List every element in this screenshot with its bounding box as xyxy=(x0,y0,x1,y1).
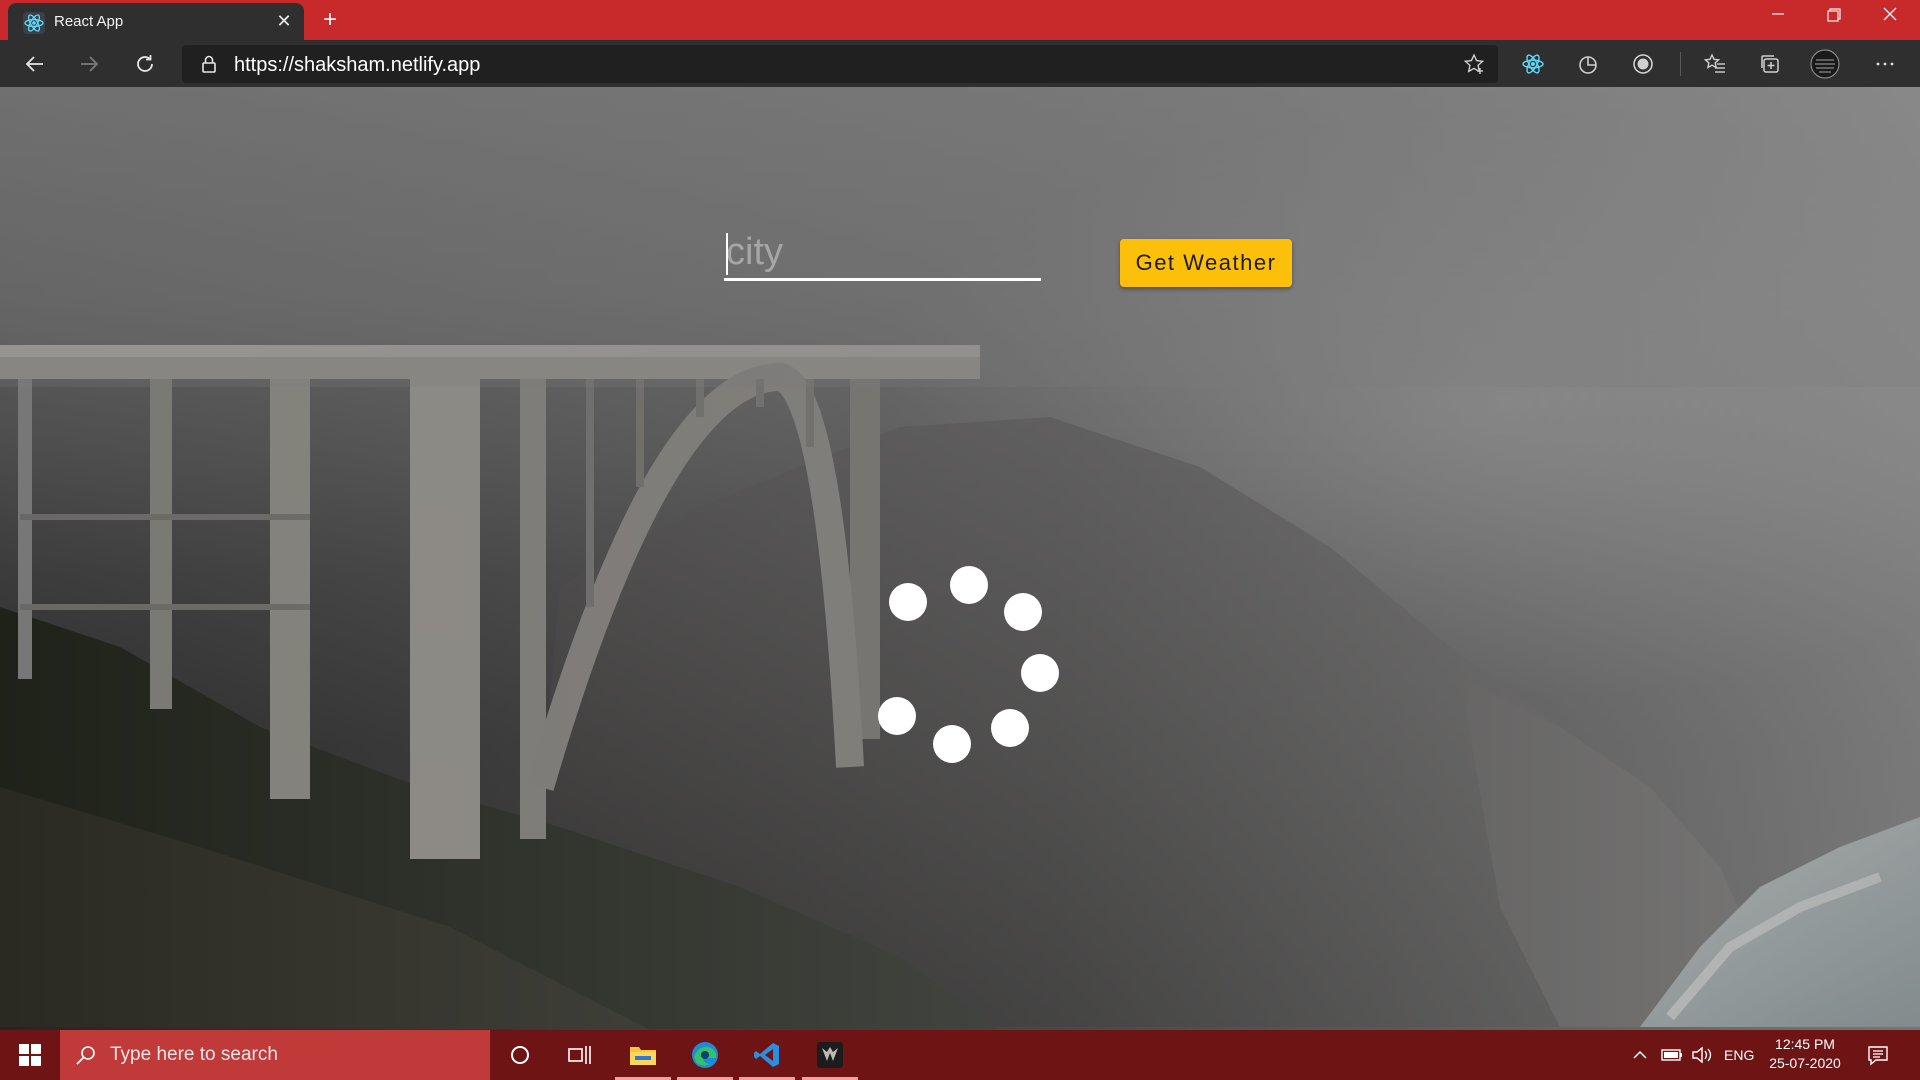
spinner-dot xyxy=(933,725,971,763)
profile-avatar[interactable] xyxy=(1810,49,1840,79)
react-devtools-icon[interactable] xyxy=(1518,49,1548,79)
spinner-dot xyxy=(1004,593,1042,631)
close-tab-icon[interactable]: ✕ xyxy=(274,11,294,31)
tray-chevron-up-icon[interactable] xyxy=(1630,1045,1650,1065)
tab-title: React App xyxy=(54,13,124,30)
vscode-icon[interactable] xyxy=(737,1030,797,1080)
action-center-icon[interactable] xyxy=(1866,1043,1890,1067)
windows-taskbar: Type here to search ENG 12:45 PM 25-07-2… xyxy=(0,1030,1920,1080)
favorite-star-icon[interactable] xyxy=(1462,52,1486,76)
spinner-dot xyxy=(1021,654,1059,692)
clock-time: 12:45 PM xyxy=(1775,1036,1835,1052)
predator-sense-icon[interactable] xyxy=(800,1030,860,1080)
spinner-dot xyxy=(950,566,988,604)
close-window-icon[interactable] xyxy=(1862,0,1918,32)
browser-tab-active[interactable]: React App ✕ xyxy=(8,3,304,40)
file-explorer-icon[interactable] xyxy=(613,1030,673,1080)
language-indicator[interactable]: ENG xyxy=(1724,1047,1754,1063)
search-placeholder: Type here to search xyxy=(110,1044,278,1065)
spinner-dot xyxy=(991,709,1029,747)
url-text[interactable]: https://shaksham.netlify.app xyxy=(234,54,480,77)
extension-icon[interactable] xyxy=(1573,49,1603,79)
windows-start-icon[interactable] xyxy=(0,1030,60,1080)
more-icon[interactable] xyxy=(1870,49,1900,79)
plus-icon[interactable]: + xyxy=(316,6,344,34)
extension-circle-icon[interactable] xyxy=(1628,49,1658,79)
text-caret xyxy=(726,233,728,275)
forward-arrow-icon[interactable] xyxy=(72,47,106,81)
spinner-dot xyxy=(889,583,927,621)
search-icon xyxy=(76,1046,95,1065)
restore-icon[interactable] xyxy=(1806,0,1862,32)
browser-toolbar: https://shaksham.netlify.app xyxy=(0,40,1920,87)
toolbar-divider xyxy=(1680,52,1681,76)
react-icon xyxy=(23,12,45,34)
taskbar-clock[interactable]: 12:45 PM 25-07-2020 xyxy=(1760,1035,1850,1073)
browser-titlebar: React App ✕ + xyxy=(0,0,1920,40)
clock-date: 25-07-2020 xyxy=(1769,1055,1841,1071)
taskbar-search-box[interactable]: Type here to search xyxy=(60,1030,490,1080)
edge-icon[interactable] xyxy=(675,1030,735,1080)
task-view-icon[interactable] xyxy=(550,1030,610,1080)
lock-icon[interactable] xyxy=(198,53,220,75)
volume-icon[interactable] xyxy=(1690,1044,1714,1066)
city-input[interactable] xyxy=(724,227,1041,281)
cortana-icon[interactable] xyxy=(490,1030,550,1080)
battery-icon[interactable] xyxy=(1660,1045,1684,1065)
collections-icon[interactable] xyxy=(1755,49,1785,79)
address-bar[interactable]: https://shaksham.netlify.app xyxy=(182,45,1498,83)
spinner-dot xyxy=(878,697,916,735)
weather-app-page: Get Weather xyxy=(0,87,1920,1030)
minimize-icon[interactable] xyxy=(1750,0,1806,32)
favorites-icon[interactable] xyxy=(1700,49,1730,79)
get-weather-button[interactable]: Get Weather xyxy=(1120,239,1292,287)
back-arrow-icon[interactable] xyxy=(18,47,52,81)
refresh-icon[interactable] xyxy=(128,47,162,81)
